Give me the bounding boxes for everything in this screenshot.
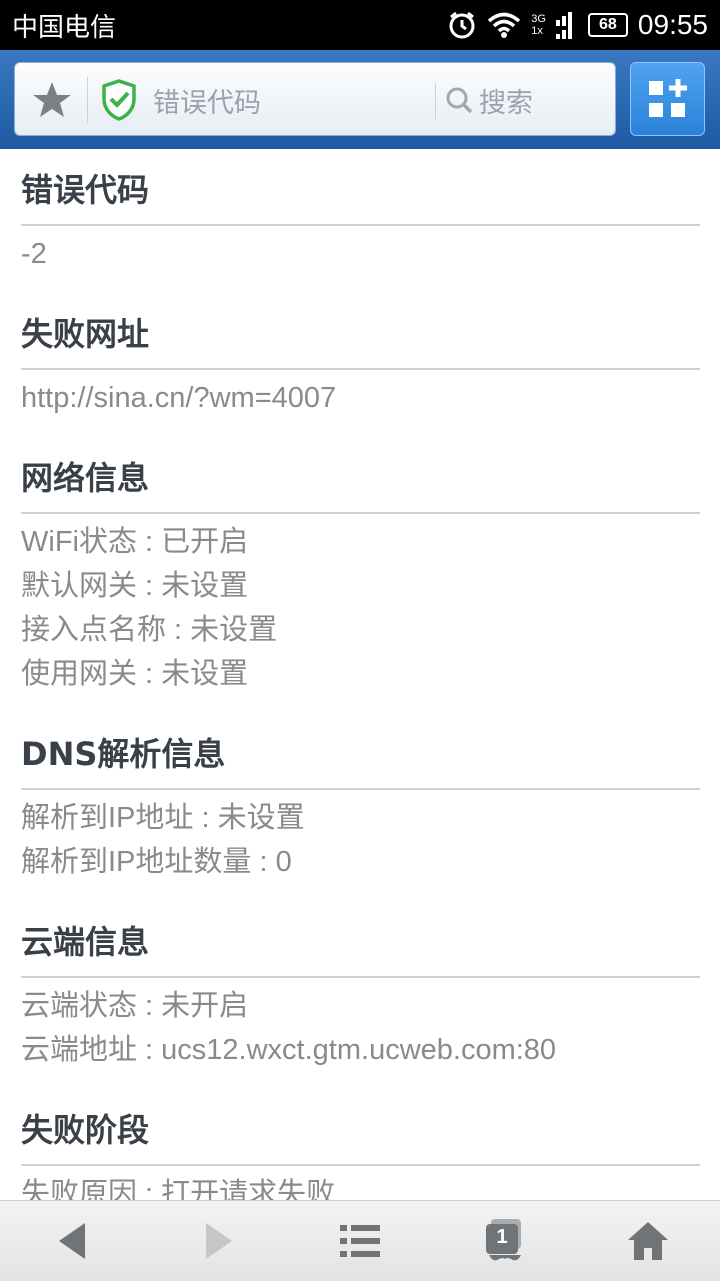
- section-title: 失败网址: [21, 315, 150, 353]
- info-line: 使用网关 : 未设置: [21, 658, 249, 690]
- menu-list-icon: [340, 1225, 380, 1257]
- apps-grid-icon: [649, 79, 687, 117]
- section-failed-url: 失败网址 http://sina.cn/?wm=4007: [21, 314, 700, 420]
- status-icons: 3G 1x 68 09:55: [447, 9, 708, 41]
- info-line: 失败原因 : 打开请求失败: [21, 1178, 336, 1200]
- browser-toolbar: 错误代码 搜索: [0, 50, 720, 149]
- tab-count: 1: [496, 1226, 508, 1248]
- signal-icon: [555, 12, 572, 39]
- menu-button[interactable]: [300, 1201, 420, 1281]
- section-divider: [21, 1164, 700, 1166]
- bookmark-star-icon[interactable]: [29, 79, 75, 119]
- home-icon: [628, 1222, 668, 1260]
- error-page-content: 错误代码 -2 失败网址 http://sina.cn/?wm=4007 网络信…: [0, 150, 720, 1200]
- search-box[interactable]: 搜索: [445, 77, 605, 123]
- section-dns-info: DNS解析信息 解析到IP地址 : 未设置 解析到IP地址数量 : 0: [21, 734, 700, 884]
- network-type-bottom: 1x: [531, 25, 543, 37]
- section-divider: [21, 512, 700, 514]
- page-title-in-address[interactable]: 错误代码: [153, 81, 261, 120]
- section-network-info: 网络信息 WiFi状态 : 已开启 默认网关 : 未设置 接入点名称 : 未设置…: [21, 458, 700, 696]
- address-separator: [87, 77, 88, 123]
- back-button[interactable]: [12, 1201, 132, 1281]
- info-line: 解析到IP地址数量 : 0: [21, 846, 292, 878]
- apps-menu-button[interactable]: [630, 62, 705, 136]
- section-failure-stage: 失败阶段 失败原因 : 打开请求失败: [21, 1110, 700, 1200]
- section-title: 失败阶段: [21, 1111, 150, 1149]
- network-type-top: 3G: [531, 13, 546, 25]
- tabs-icon: 1: [483, 1217, 527, 1265]
- failed-url-value[interactable]: http://sina.cn/?wm=4007: [21, 376, 700, 420]
- error-code-value: -2: [21, 238, 47, 270]
- shield-check-icon: [102, 79, 136, 121]
- back-arrow-icon: [59, 1223, 85, 1259]
- forward-button[interactable]: [159, 1201, 279, 1281]
- info-line: WiFi状态 : 已开启: [21, 526, 249, 558]
- section-cloud-info: 云端信息 云端状态 : 未开启 云端地址 : ucs12.wxct.gtm.uc…: [21, 922, 700, 1072]
- info-line: 云端地址 : ucs12.wxct.gtm.ucweb.com:80: [21, 1034, 557, 1066]
- bottom-navigation: 1: [0, 1200, 720, 1281]
- address-bar[interactable]: 错误代码 搜索: [14, 62, 616, 136]
- section-title: DNS解析信息: [21, 735, 226, 773]
- tabs-button[interactable]: 1: [445, 1201, 565, 1281]
- carrier-name: 中国电信: [12, 12, 117, 43]
- section-divider: [21, 368, 700, 370]
- status-bar: 中国电信 3G 1x 68 09:55: [0, 0, 720, 50]
- status-time: 09:55: [637, 9, 708, 40]
- section-divider: [21, 976, 700, 978]
- info-line: 云端状态 : 未开启: [21, 990, 249, 1022]
- home-button[interactable]: [588, 1201, 708, 1281]
- network-type: 3G 1x: [531, 13, 546, 37]
- search-separator: [435, 83, 436, 119]
- section-title: 云端信息: [21, 923, 150, 961]
- search-placeholder: 搜索: [479, 87, 533, 119]
- section-divider: [21, 788, 700, 790]
- wifi-icon: [488, 12, 521, 38]
- info-line: 解析到IP地址 : 未设置: [21, 802, 305, 834]
- section-title: 错误代码: [21, 171, 150, 209]
- section-title: 网络信息: [21, 459, 150, 497]
- alarm-icon: [449, 11, 475, 39]
- section-divider: [21, 224, 700, 226]
- section-error-code: 错误代码 -2: [21, 170, 700, 276]
- info-line: 接入点名称 : 未设置: [21, 614, 278, 646]
- search-icon: [446, 87, 473, 114]
- info-line: 默认网关 : 未设置: [21, 570, 249, 602]
- battery-indicator: 68: [587, 13, 628, 37]
- forward-arrow-icon: [206, 1223, 232, 1259]
